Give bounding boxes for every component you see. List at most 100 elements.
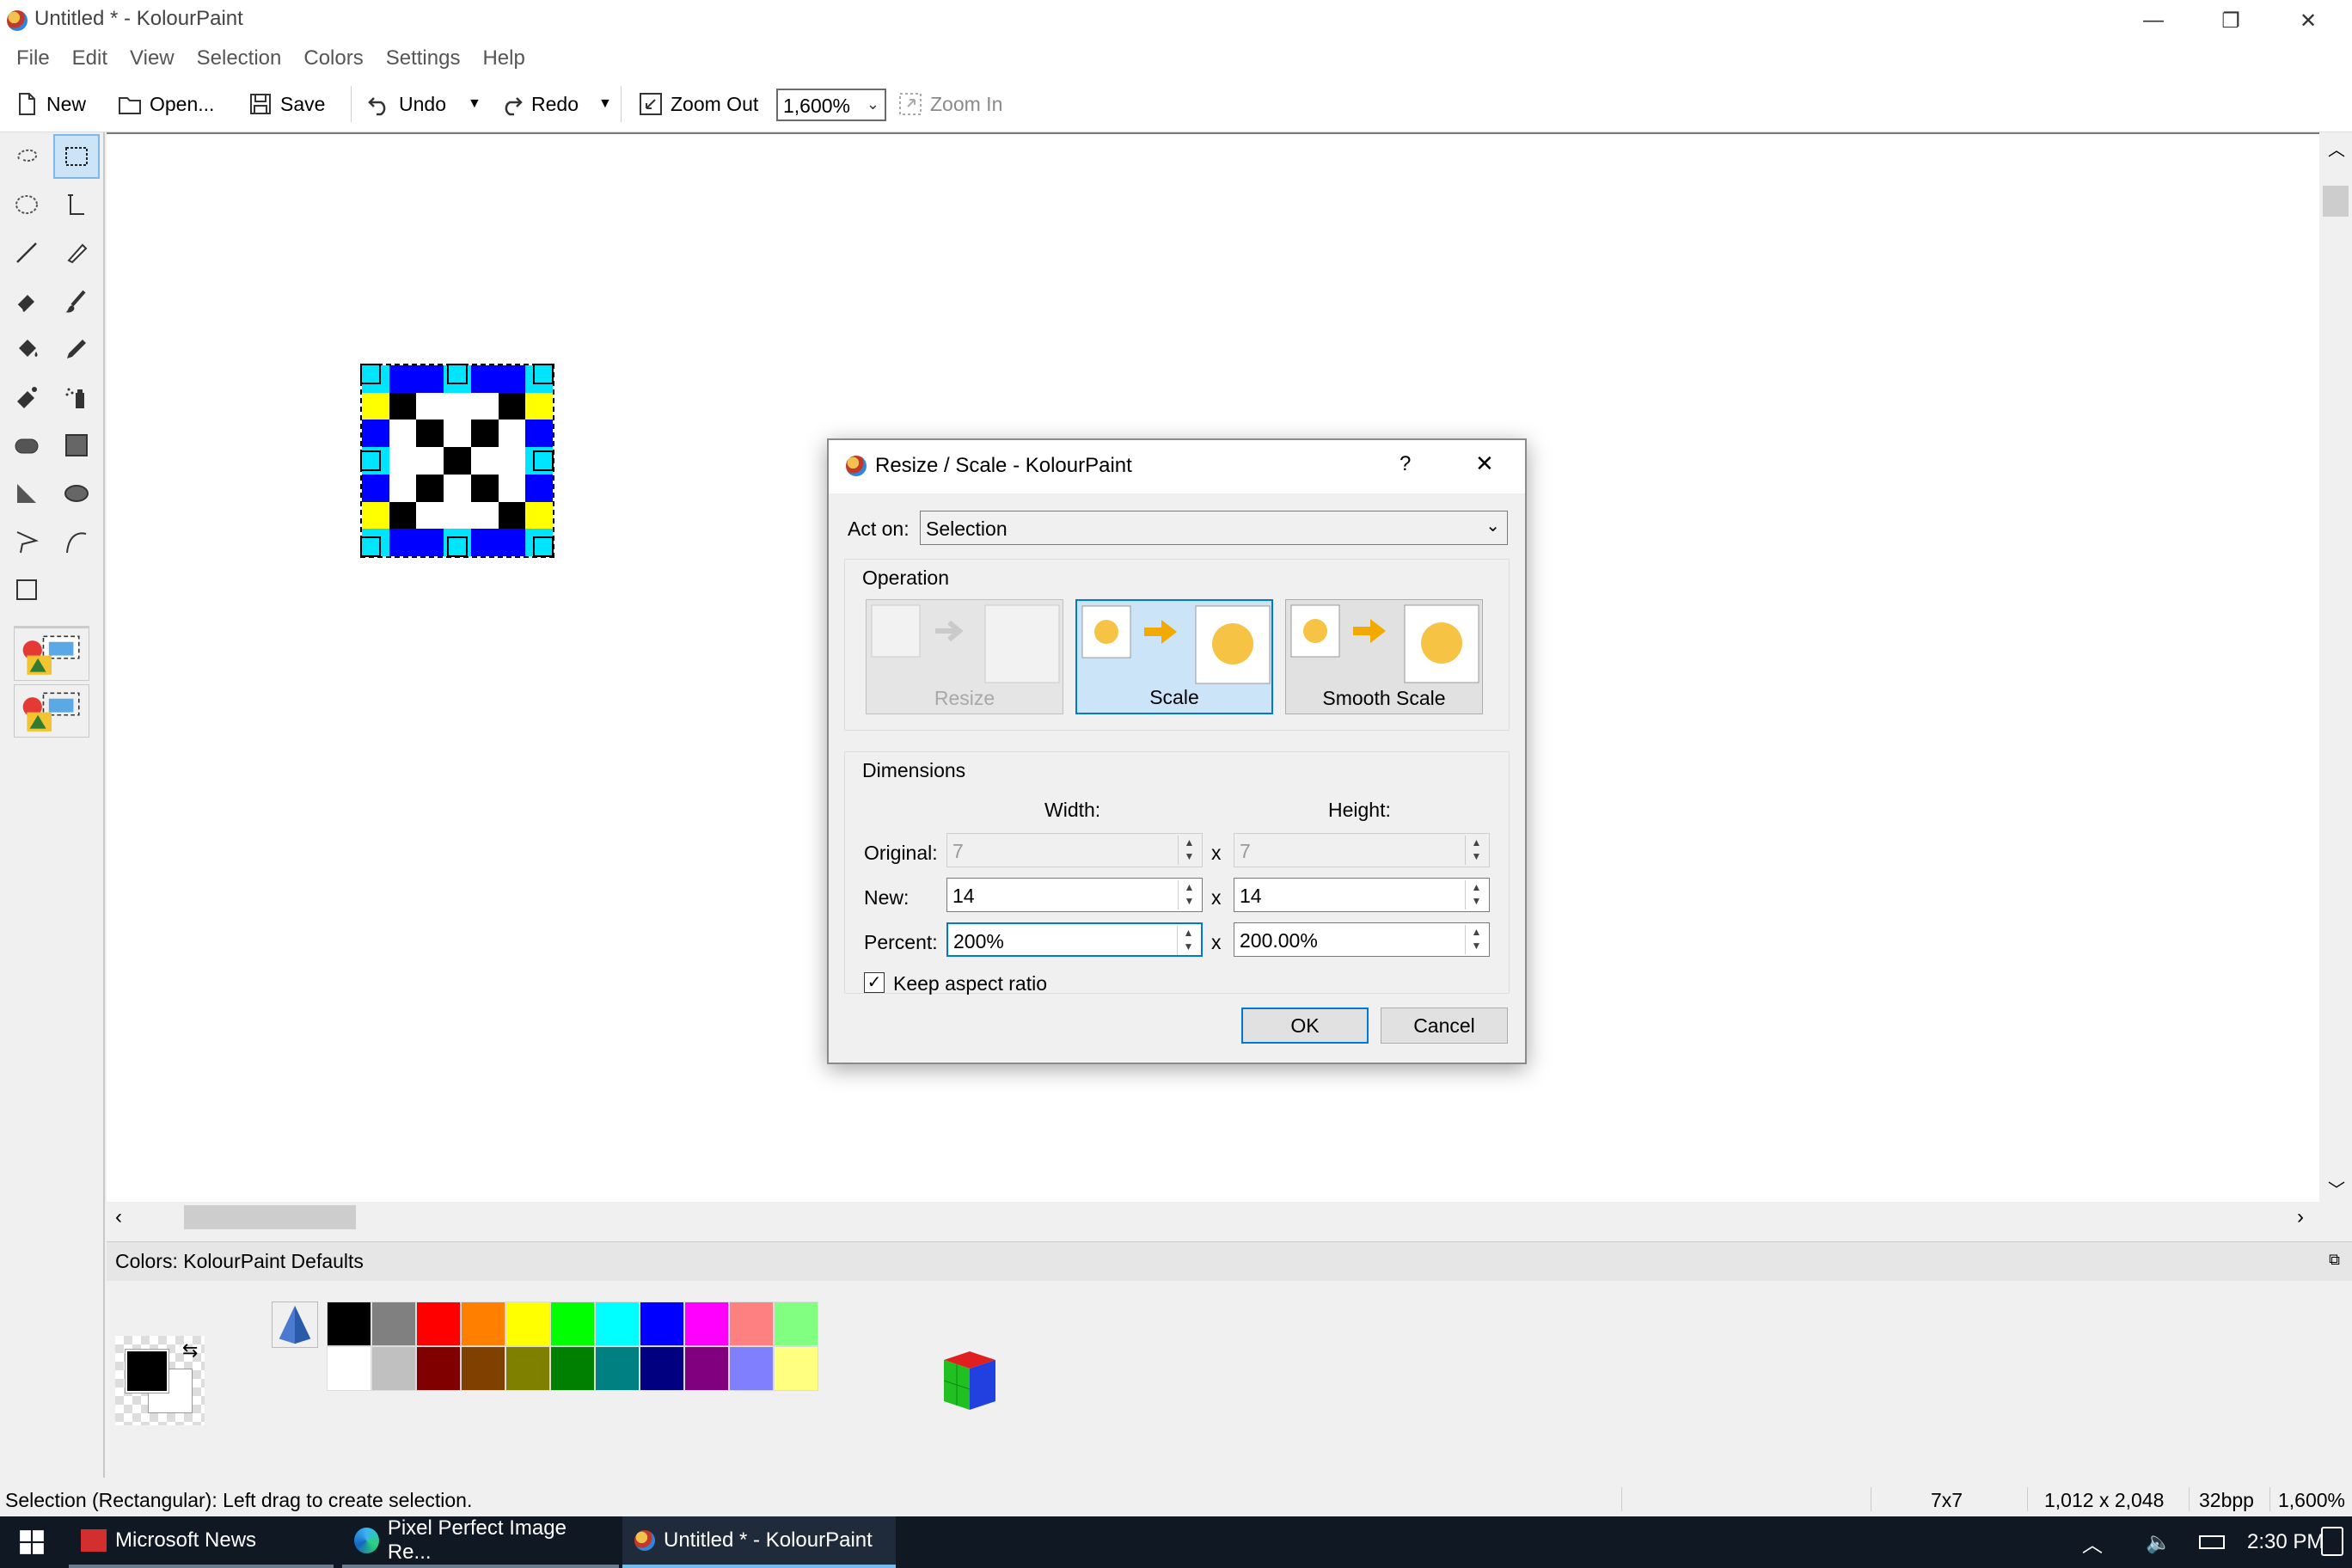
tool-spraycan[interactable] xyxy=(53,375,100,420)
selection-handle-top[interactable] xyxy=(447,364,468,384)
palette-swatch[interactable] xyxy=(640,1302,684,1346)
color-well[interactable]: ⇆ xyxy=(115,1336,205,1425)
percent-height-field[interactable]: 200.00% ▲ ▼ xyxy=(1234,922,1490,957)
tool-polygon[interactable] xyxy=(3,471,50,516)
palette-swatch[interactable] xyxy=(505,1346,550,1391)
scroll-down-arrow-icon[interactable]: ﹀ xyxy=(2328,1176,2345,1201)
palette-swatch[interactable] xyxy=(729,1302,774,1346)
start-button[interactable] xyxy=(0,1516,64,1568)
palette-swatch[interactable] xyxy=(550,1302,595,1346)
selection-handle-bottom[interactable] xyxy=(447,536,468,557)
palette-swatch[interactable] xyxy=(327,1302,371,1346)
undo-dropdown-arrow[interactable]: ▼ xyxy=(468,84,481,124)
tool-free-form-selection[interactable] xyxy=(3,134,50,179)
pixel-image[interactable] xyxy=(360,364,554,558)
menu-edit[interactable]: Edit xyxy=(61,46,119,70)
vertical-scroll-thumb[interactable] xyxy=(2323,186,2349,217)
minimize-button[interactable]: — xyxy=(2115,0,2192,41)
palette-swatch[interactable] xyxy=(595,1346,640,1391)
palette-swatch[interactable] xyxy=(729,1346,774,1391)
palette-swatch[interactable] xyxy=(327,1346,371,1391)
selection-handle-top-right[interactable] xyxy=(533,364,554,384)
volume-button[interactable]: 🔈 xyxy=(2134,1516,2184,1568)
tool-rounded-rectangle[interactable] xyxy=(3,423,50,468)
show-hidden-icons-button[interactable]: ︿ xyxy=(2070,1516,2115,1568)
color-palette-settings[interactable] xyxy=(272,1302,318,1348)
tool-connected-lines[interactable] xyxy=(3,519,50,564)
scale-button[interactable]: Scale xyxy=(1075,599,1273,714)
save-button[interactable]: Save xyxy=(248,84,325,124)
scroll-right-arrow-icon[interactable]: › xyxy=(2297,1205,2304,1229)
palette-swatch[interactable] xyxy=(416,1302,461,1346)
tool-line[interactable] xyxy=(3,230,50,275)
palette-swatch[interactable] xyxy=(595,1302,640,1346)
selection-handle-top-left[interactable] xyxy=(360,364,381,384)
palette-swatch[interactable] xyxy=(416,1346,461,1391)
restore-button[interactable]: ❐ xyxy=(2192,0,2269,41)
tool-color-eraser[interactable] xyxy=(3,375,50,420)
palette-swatch[interactable] xyxy=(461,1302,505,1346)
tool-curve[interactable] xyxy=(53,519,100,564)
foreground-color-well[interactable] xyxy=(125,1349,169,1393)
new-height-field[interactable]: 14 ▲ ▼ xyxy=(1234,878,1490,912)
palette-swatch[interactable] xyxy=(461,1346,505,1391)
float-panel-icon[interactable]: ⧉ xyxy=(2329,1251,2340,1269)
tool-text[interactable] xyxy=(53,182,100,227)
battery-button[interactable] xyxy=(2187,1516,2237,1568)
tool-autocrop[interactable] xyxy=(3,567,50,612)
horizontal-scrollbar[interactable]: ‹ › xyxy=(107,1202,2319,1233)
palette-swatch[interactable] xyxy=(684,1302,729,1346)
palette-swatch[interactable] xyxy=(550,1346,595,1391)
opaque-selection-option[interactable] xyxy=(14,628,89,681)
tool-pen[interactable] xyxy=(53,230,100,275)
palette-swatch[interactable] xyxy=(640,1346,684,1391)
tool-color-picker[interactable] xyxy=(53,327,100,371)
zoom-in-button[interactable]: Zoom In xyxy=(897,84,1002,124)
palette-swatch[interactable] xyxy=(505,1302,550,1346)
dialog-close-button[interactable]: ✕ xyxy=(1475,450,1494,477)
tool-rectangular-selection[interactable] xyxy=(53,134,100,179)
selection-handle-right[interactable] xyxy=(533,450,554,471)
horizontal-scroll-thumb[interactable] xyxy=(184,1205,356,1229)
palette-swatch[interactable] xyxy=(774,1346,818,1391)
spin-arrows-icon[interactable]: ▲ ▼ xyxy=(1465,880,1487,910)
menu-help[interactable]: Help xyxy=(471,46,536,70)
tool-flood-fill[interactable] xyxy=(3,327,50,371)
taskbar-item-pixel-perfect[interactable]: Pixel Perfect Image Re... xyxy=(342,1516,619,1568)
redo-dropdown-arrow[interactable]: ▼ xyxy=(598,84,612,124)
menu-colors[interactable]: Colors xyxy=(292,46,374,70)
resize-button[interactable]: Resize xyxy=(866,599,1063,714)
act-on-combo[interactable]: Selection ⌄ xyxy=(920,511,1508,545)
zoom-out-button[interactable]: Zoom Out xyxy=(638,84,758,124)
scroll-left-arrow-icon[interactable]: ‹ xyxy=(115,1205,122,1229)
close-button[interactable]: ✕ xyxy=(2269,0,2347,41)
menu-file[interactable]: File xyxy=(5,46,61,70)
palette-swatch[interactable] xyxy=(684,1346,729,1391)
notifications-icon[interactable] xyxy=(2321,1527,2343,1556)
spin-arrows-icon[interactable]: ▲ ▼ xyxy=(1177,926,1199,955)
selection-handle-bottom-right[interactable] xyxy=(533,536,554,557)
open-button[interactable]: Open... xyxy=(117,84,214,124)
scroll-up-arrow-icon[interactable]: ︿ xyxy=(2328,136,2345,161)
vertical-scrollbar[interactable]: ︿ ﹀ xyxy=(2319,132,2352,1203)
menu-selection[interactable]: Selection xyxy=(186,46,293,70)
undo-button[interactable]: Undo xyxy=(366,84,446,124)
palette-swatch[interactable] xyxy=(774,1302,818,1346)
tool-elliptical-selection[interactable] xyxy=(3,182,50,227)
new-width-field[interactable]: 14 ▲ ▼ xyxy=(946,878,1203,912)
ok-button[interactable]: OK xyxy=(1241,1008,1369,1044)
spin-arrows-icon[interactable]: ▲ ▼ xyxy=(1178,880,1200,910)
tool-eraser[interactable] xyxy=(3,279,50,323)
selection-handle-bottom-left[interactable] xyxy=(360,536,381,557)
new-button[interactable]: New xyxy=(14,84,86,124)
menu-view[interactable]: View xyxy=(119,46,186,70)
tool-rectangle[interactable] xyxy=(53,423,100,468)
percent-width-field[interactable]: 200% ▲ ▼ xyxy=(946,922,1203,957)
tool-brush[interactable] xyxy=(53,279,100,323)
cancel-button[interactable]: Cancel xyxy=(1381,1008,1508,1044)
smooth-scale-button[interactable]: Smooth Scale xyxy=(1285,599,1483,714)
swap-colors-icon[interactable]: ⇆ xyxy=(182,1339,198,1362)
color-cube-icon[interactable] xyxy=(927,1343,1004,1425)
palette-swatch[interactable] xyxy=(371,1346,416,1391)
menu-settings[interactable]: Settings xyxy=(375,46,472,70)
